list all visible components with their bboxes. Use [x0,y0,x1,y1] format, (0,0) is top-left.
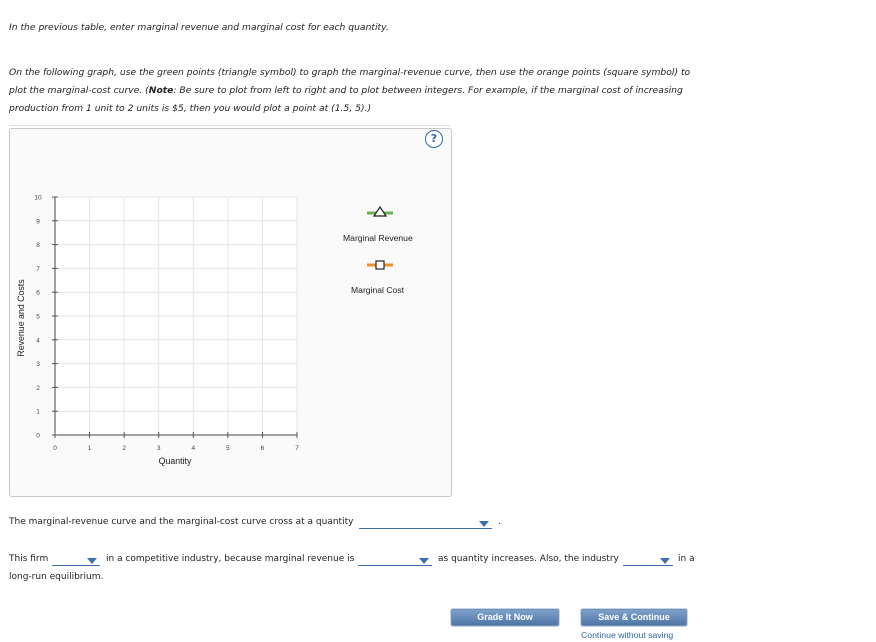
y-tick-label: 0 [36,433,40,440]
x-tick-label: 6 [261,445,265,452]
save-continue-button[interactable]: Save & Continue [581,609,687,626]
y-tick-label: 8 [36,242,40,249]
y-tick-label: 1 [36,409,40,416]
y-tick-label: 2 [36,385,40,392]
grade-it-now-button[interactable]: Grade It Now [451,609,559,626]
question-1-period: . [498,517,501,527]
question-2-text-e: long-run equilibrium. [9,572,104,582]
x-axis-label: Quantity [159,456,192,466]
plot-grid [54,196,298,436]
y-tick-label: 9 [36,218,40,225]
x-tick-label: 5 [226,445,230,452]
x-tick-label: 2 [122,445,126,452]
y-axis-label: Revenue and Costs [16,279,26,357]
question-1-text: The marginal-revenue curve and the margi… [9,517,354,527]
triangle-icon [367,205,393,217]
x-tick-label: 1 [88,445,92,452]
x-tick-label: 7 [295,445,299,452]
square-icon [367,260,393,270]
marginal-revenue-label: Marginal Revenue [343,233,413,243]
marginal-revenue-dropdown[interactable] [358,554,432,566]
chevron-down-icon [479,521,489,527]
y-tick-label: 7 [36,266,40,273]
equilibrium-dropdown[interactable] [623,554,673,566]
question-2-text-a: This firm [9,554,49,564]
x-tick-label: 3 [157,445,161,452]
x-tick-label: 0 [53,445,57,452]
continue-without-saving-link[interactable]: Continue without saving [581,630,673,640]
graph-plot: 0 1 2 3 4 5 6 7 0 1 2 3 4 5 6 7 8 9 10 Quantity Revenue an… [16,195,299,467]
question-2-text-c: as quantity increases. Also, the industr… [438,554,619,564]
chevron-down-icon [419,558,429,564]
question-2-text-d: in a [678,554,695,564]
firm-industry-dropdown[interactable] [52,554,100,566]
x-tick-label: 4 [191,445,195,452]
y-tick-label: 4 [36,337,40,344]
chevron-down-icon [660,558,670,564]
y-tick-label: 3 [36,361,40,368]
y-tick-label: 6 [36,290,40,297]
marginal-revenue-tool[interactable] [365,204,395,218]
y-tick-label: 5 [36,314,40,321]
marginal-cost-label: Marginal Cost [351,285,405,295]
question-2-text-b: in a competitive industry, because margi… [106,554,355,564]
chevron-down-icon [87,558,97,564]
marginal-cost-tool[interactable] [365,257,395,271]
y-tick-label: 10 [34,195,42,202]
crossing-quantity-dropdown[interactable] [359,517,492,529]
